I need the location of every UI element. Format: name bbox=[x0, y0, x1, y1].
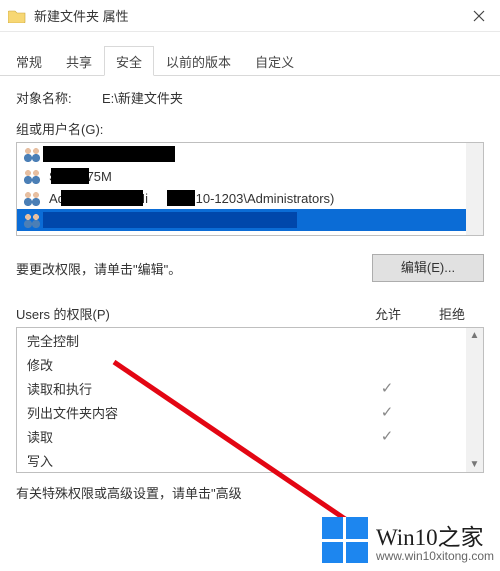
title-bar: 新建文件夹 属性 bbox=[0, 0, 500, 32]
users-icon bbox=[23, 146, 43, 162]
perm-row: 修改 bbox=[17, 352, 483, 376]
users-icon bbox=[23, 212, 43, 228]
tab-previous[interactable]: 以前的版本 bbox=[154, 46, 243, 76]
advanced-hint: 有关特殊权限或高级设置，请单击"高级 bbox=[0, 483, 500, 502]
tab-customize[interactable]: 自定义 bbox=[243, 46, 306, 76]
list-item[interactable]: Us bbox=[17, 209, 483, 231]
perm-name: 修改 bbox=[27, 355, 355, 374]
edit-button[interactable]: 编辑(E)... bbox=[372, 254, 484, 282]
perm-name: 列出文件夹内容 bbox=[27, 403, 355, 422]
perm-row: 列出文件夹内容 ✓ bbox=[17, 400, 483, 424]
perm-name: 写入 bbox=[27, 451, 355, 470]
list-item[interactable]: 's bbox=[17, 143, 483, 165]
perm-row: 读取和执行 ✓ bbox=[17, 376, 483, 400]
perm-row: 读取 ✓ bbox=[17, 424, 483, 448]
window-title: 新建文件夹 属性 bbox=[34, 6, 492, 25]
watermark: Win10之家 www.win10xitong.com bbox=[322, 517, 494, 563]
list-item[interactable]: Ad (Mi Win10-1203\Administrators) bbox=[17, 187, 483, 209]
list-scrollbar[interactable] bbox=[466, 143, 483, 235]
close-button[interactable] bbox=[458, 0, 500, 32]
chevron-up-icon: ▲ bbox=[470, 328, 480, 343]
tab-sharing[interactable]: 共享 bbox=[54, 46, 104, 76]
object-row: 对象名称: E:\新建文件夹 bbox=[16, 88, 484, 107]
watermark-url: www.win10xitong.com bbox=[376, 549, 494, 563]
close-icon bbox=[473, 10, 485, 22]
users-icon bbox=[23, 190, 43, 206]
perm-name: 读取和执行 bbox=[27, 379, 355, 398]
perm-name: 完全控制 bbox=[27, 331, 355, 350]
allow-cell: ✓ bbox=[355, 403, 419, 421]
tab-general[interactable]: 常规 bbox=[4, 46, 54, 76]
tab-security[interactable]: 安全 bbox=[104, 46, 154, 76]
perm-row: 完全控制 bbox=[17, 328, 483, 352]
perm-header-row: Users 的权限(P) 允许 拒绝 bbox=[16, 304, 484, 323]
allow-cell: ✓ bbox=[355, 379, 419, 397]
windows-icon bbox=[322, 517, 368, 563]
tabs: 常规 共享 安全 以前的版本 自定义 bbox=[0, 46, 500, 76]
deny-col-label: 拒绝 bbox=[420, 304, 484, 323]
allow-col-label: 允许 bbox=[356, 304, 420, 323]
perm-row: 写入 bbox=[17, 448, 483, 472]
allow-cell: ✓ bbox=[355, 427, 419, 445]
list-item[interactable]: S 75M bbox=[17, 165, 483, 187]
perm-change-hint: 要更改权限，请单击"编辑"。 bbox=[16, 259, 181, 278]
chevron-down-icon: ▼ bbox=[470, 457, 480, 472]
users-icon bbox=[23, 168, 43, 184]
watermark-brand: Win10之家 bbox=[376, 518, 494, 552]
perm-name: 读取 bbox=[27, 427, 355, 446]
object-value: E:\新建文件夹 bbox=[102, 88, 183, 107]
security-panel: 对象名称: E:\新建文件夹 组或用户名(G): 's S 75M Ad (Mi… bbox=[0, 76, 500, 473]
folder-icon bbox=[8, 9, 26, 23]
object-label: 对象名称: bbox=[16, 88, 102, 107]
perm-change-row: 要更改权限，请单击"编辑"。 编辑(E)... bbox=[16, 254, 484, 282]
perm-header-label: Users 的权限(P) bbox=[16, 304, 356, 323]
permissions-list: 完全控制 修改 读取和执行 ✓ 列出文件夹内容 ✓ 读取 ✓ 写入 bbox=[16, 327, 484, 473]
groups-listbox[interactable]: 's S 75M Ad (Mi Win10-1203\Administrator… bbox=[16, 142, 484, 236]
perm-scrollbar[interactable]: ▲ ▼ bbox=[466, 328, 483, 472]
groups-label: 组或用户名(G): bbox=[16, 119, 484, 138]
